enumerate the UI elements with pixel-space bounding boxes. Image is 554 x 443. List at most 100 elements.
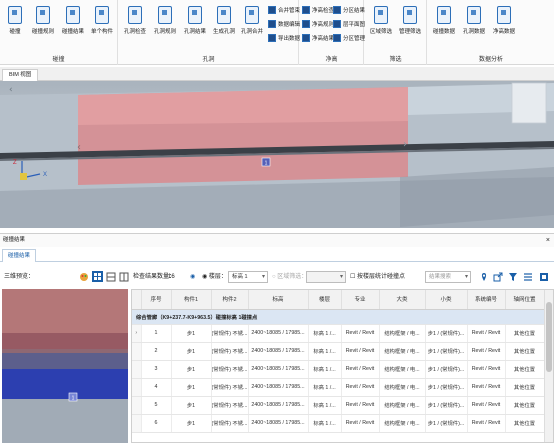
cell: 标高 1 /... — [308, 378, 342, 397]
data-edit-button[interactable]: 数据编辑 — [268, 18, 300, 29]
close-icon[interactable]: × — [546, 234, 550, 247]
cell: 步1 — [171, 342, 212, 361]
color-palette-icon[interactable] — [79, 272, 89, 282]
cell: 3 — [141, 360, 172, 379]
clearance-check-icon — [302, 5, 310, 14]
table-row[interactable]: 3 步1 (常规件) 不锈... 2400~18085 / 17985... 标高 1 … — [132, 360, 545, 379]
collision-preview[interactable]: 1 — [2, 289, 128, 443]
merge-bundle-button[interactable]: 合并管束 — [268, 4, 300, 15]
opening-rules-button[interactable]: 孔洞规则 — [152, 6, 178, 35]
clearance-data-button[interactable]: 净高数据 — [491, 6, 517, 35]
table-vertical-scrollbar[interactable] — [544, 290, 553, 442]
clearance-rules-icon — [302, 19, 310, 28]
nav-right-icon[interactable]: › — [403, 139, 407, 150]
column-header[interactable]: 标高 — [248, 290, 309, 310]
results-grid: 序号 构件1 构件2 标高 楼层 专业 大类 小类 系统编号 轴网位置 综合管廊… — [132, 290, 545, 433]
floor-stat-checkbox[interactable]: ☐ 按楼层统计碰撞点 — [350, 271, 405, 283]
result-search-input[interactable]: 结果搜索 — [425, 271, 471, 283]
export-icon[interactable] — [493, 272, 503, 282]
column-header[interactable]: 系统编号 — [467, 290, 506, 310]
column-header[interactable]: 大类 — [379, 290, 426, 310]
table-row[interactable]: 2 步1 (常规件) 不锈... 2400~18085 / 17985... 标高 1 … — [132, 342, 545, 361]
cell: 步1 — [171, 378, 212, 397]
manage-filter-button[interactable]: 管理筛选 — [397, 6, 423, 35]
cell: 6 — [141, 414, 172, 433]
zone-manage-button[interactable]: 分区管理 — [333, 32, 365, 43]
grid-view-icon[interactable] — [92, 271, 103, 282]
opening-results-button[interactable]: 孔洞结果 — [182, 6, 208, 35]
single-component-button[interactable]: 单个构件 — [89, 6, 115, 35]
table-view-icon[interactable] — [119, 272, 129, 282]
nav-prev-icon[interactable]: ‹ — [9, 85, 13, 95]
scrollbar-thumb[interactable] — [546, 302, 552, 372]
results-table: 序号 构件1 构件2 标高 楼层 专业 大类 小类 系统编号 轴网位置 综合管廊… — [131, 289, 554, 443]
ribbon-group-collision: 碰撞 碰撞规则 碰撞结果 单个构件 碰撞 — [0, 0, 118, 65]
row-indicator — [132, 396, 142, 415]
cell: (常规件) 不锈... — [211, 378, 249, 397]
column-list-icon[interactable] — [523, 272, 533, 282]
cell: 步1 / (常规件)... — [425, 360, 468, 379]
export-data-button[interactable]: 导出数据 — [268, 32, 300, 43]
cell: 步1 / (常规件)... — [425, 378, 468, 397]
cell: 标高 1 /... — [308, 414, 342, 433]
cell: Revit / Revit — [341, 378, 380, 397]
table-row[interactable]: › 1 步1 (常规件) 不锈... 2400~18085 / 17985... 标高 … — [132, 324, 545, 343]
column-header[interactable]: 轴网位置 — [505, 290, 545, 310]
results-icon — [66, 6, 80, 24]
column-header[interactable]: 楼层 — [308, 290, 342, 310]
tab-bim-view[interactable]: BIM 视图 — [2, 69, 39, 81]
region-filter-icon — [374, 6, 388, 24]
cell: (常规件) 不锈... — [211, 414, 249, 433]
merge-opening-button[interactable]: 孔洞合并 — [239, 6, 265, 35]
cell: 标高 1 /... — [308, 396, 342, 415]
column-header[interactable]: 专业 — [341, 290, 380, 310]
collision-results-button[interactable]: 碰撞结果 — [60, 6, 86, 35]
nav-left-icon[interactable]: ‹ — [77, 142, 81, 153]
location-pin-icon[interactable] — [479, 272, 489, 282]
group-row-label: 综合管廊（K9+237.7-K9+963.5）碰撞标高 1碰撞点 — [132, 309, 545, 325]
zone-results-button[interactable]: 分区结果 — [333, 4, 365, 15]
opening-check-button[interactable]: 孔洞检查 — [122, 6, 148, 35]
cell: Revit / Revit — [341, 324, 380, 343]
cell: 4 — [141, 378, 172, 397]
column-header[interactable]: 构件2 — [211, 290, 249, 310]
header-row-indicator — [132, 290, 142, 310]
view-cube[interactable] — [511, 82, 547, 124]
collision-button[interactable]: 碰撞 — [2, 6, 28, 35]
cell: (常规件) 不锈... — [211, 324, 249, 343]
layer-select[interactable]: 标高 1 — [228, 271, 268, 283]
cell: Revit / Revit — [467, 378, 506, 397]
cell: 2400~18085 / 17985... — [248, 342, 309, 361]
region-radio[interactable]: ○ 区域筛选： — [272, 271, 307, 283]
cell: 步1 — [171, 324, 212, 343]
floor-plan-button[interactable]: 层平面图 — [333, 18, 365, 29]
table-row[interactable]: 4 步1 (常规件) 不锈... 2400~18085 / 17985... 标高 1 … — [132, 378, 545, 397]
filter-icon[interactable] — [508, 272, 518, 282]
tab-collision-results[interactable]: 碰撞结果 — [2, 249, 37, 262]
cell: 标高 1 /... — [308, 324, 342, 343]
cell: 标高 1 /... — [308, 360, 342, 379]
visibility-eye-icon[interactable]: ◉ — [190, 271, 195, 283]
table-row[interactable]: 5 步1 (常规件) 不锈... 2400~18085 / 17985... 标高 1 … — [132, 396, 545, 415]
excel-export-icon[interactable] — [539, 272, 549, 282]
collision-rules-button[interactable]: 碰撞规则 — [30, 6, 56, 35]
clearance-rules-button[interactable]: 净高规则 — [302, 18, 334, 29]
table-row[interactable]: 6 步1 (常规件) 不锈... 2400~18085 / 17985... 标高 1 … — [132, 414, 545, 433]
cell: (常规件) 不锈... — [211, 342, 249, 361]
clearance-results-button[interactable]: 净高结果 — [302, 32, 334, 43]
table-group-row[interactable]: 综合管廊（K9+237.7-K9+963.5）碰撞标高 1碰撞点 — [132, 309, 545, 325]
cell: 结构框架 / 电... — [379, 378, 426, 397]
component-icon — [95, 6, 109, 24]
list-view-icon[interactable] — [106, 272, 116, 282]
column-header[interactable]: 构件1 — [171, 290, 212, 310]
layer-radio[interactable]: ◉ 楼层： — [202, 271, 227, 283]
column-header[interactable]: 序号 — [141, 290, 172, 310]
generate-opening-button[interactable]: 生成孔洞 — [211, 6, 237, 35]
clearance-check-button[interactable]: 净高检查 — [302, 4, 334, 15]
column-header[interactable]: 小类 — [425, 290, 468, 310]
collision-data-button[interactable]: 碰撞数据 — [431, 6, 457, 35]
bim-viewport[interactable]: 1 ‹ ‹ › X Z — [0, 81, 554, 228]
region-filter-button[interactable]: 区域筛选 — [368, 6, 394, 35]
region-select[interactable] — [306, 271, 346, 283]
opening-data-button[interactable]: 孔洞数据 — [461, 6, 487, 35]
